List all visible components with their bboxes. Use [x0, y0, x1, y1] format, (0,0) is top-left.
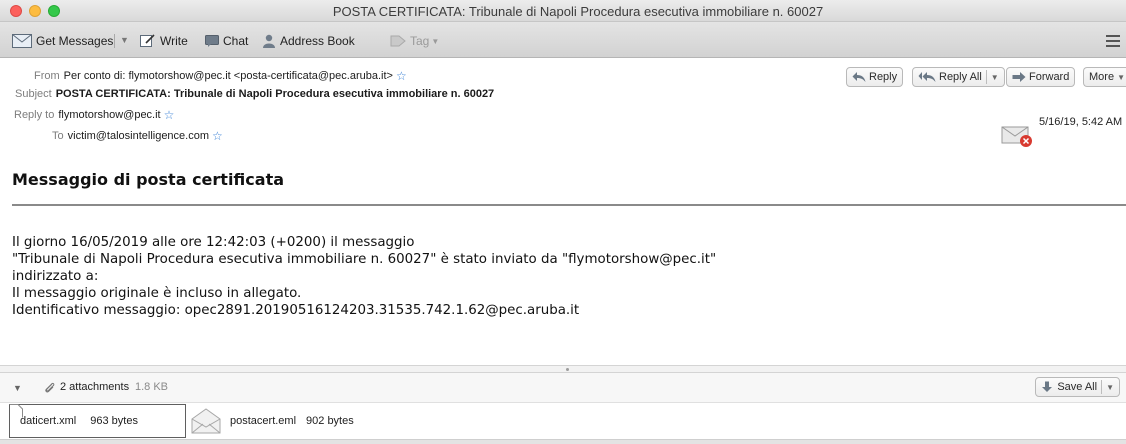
- body-divider: [12, 204, 1126, 206]
- status-bar: [0, 439, 1126, 444]
- message-date: 5/16/19, 5:42 AM: [1039, 116, 1123, 128]
- toolbar-divider: [114, 34, 115, 48]
- subject-value: POSTA CERTIFICATA: Tribunale di Napoli P…: [55, 88, 495, 100]
- attachments-bar: ▼ 2 attachments 1.8 KB Save All ▼: [0, 373, 1126, 403]
- forward-label: Forward: [1029, 71, 1070, 83]
- attachment-item[interactable]: daticert.xml 963 bytes: [9, 404, 186, 438]
- person-icon: [262, 34, 276, 48]
- attachment-size: 902 bytes: [306, 415, 354, 427]
- from-label: From: [34, 70, 60, 82]
- body-line: Il giorno 16/05/2019 alle ore 12:42:03 (…: [12, 235, 415, 250]
- file-icon: [9, 404, 23, 418]
- from-row: From Per conto di: flymotorshow@pec.it <…: [34, 69, 407, 83]
- star-icon[interactable]: ☆: [396, 69, 407, 83]
- reply-all-dropdown-icon[interactable]: ▼: [991, 73, 999, 82]
- reply-all-arrow-icon: [918, 71, 936, 83]
- save-all-label: Save All: [1057, 381, 1098, 393]
- body-line: "Tribunale di Napoli Procedura esecutiva…: [12, 252, 717, 267]
- attachment-item[interactable]: postacert.eml 902 bytes: [190, 404, 354, 438]
- reply-to-label: Reply to: [14, 109, 55, 121]
- email-file-icon: [190, 407, 222, 435]
- to-row: To victim@talosintelligence.com ☆: [52, 129, 223, 143]
- tag-dropdown-icon: ▼: [431, 36, 440, 46]
- chat-button[interactable]: Chat: [205, 32, 248, 50]
- pencil-icon: [140, 34, 156, 48]
- attachments-total-size: 1.8 KB: [135, 381, 169, 393]
- tag-button[interactable]: Tag ▼: [390, 32, 439, 50]
- tag-label: Tag: [410, 34, 430, 48]
- reply-button[interactable]: Reply: [846, 67, 904, 87]
- forward-button[interactable]: Forward: [1006, 67, 1076, 87]
- to-label: To: [52, 130, 64, 142]
- title-bar: POSTA CERTIFICATA: Tribunale di Napoli P…: [0, 0, 1126, 22]
- message-body: Messaggio di posta certificata Il giorno…: [0, 152, 1126, 365]
- get-messages-label: Get Messages: [36, 34, 114, 48]
- save-all-button[interactable]: Save All ▼: [1035, 377, 1120, 397]
- window-title: POSTA CERTIFICATA: Tribunale di Napoli P…: [332, 4, 824, 19]
- attachments-toggle-icon[interactable]: ▼: [13, 383, 22, 393]
- body-line: Identificativo messaggio: opec2891.20190…: [12, 303, 580, 318]
- save-all-dropdown-icon[interactable]: ▼: [1106, 383, 1114, 392]
- attachment-size: 963 bytes: [90, 415, 138, 427]
- from-value[interactable]: Per conto di: flymotorshow@pec.it <posta…: [64, 70, 393, 82]
- reply-all-button[interactable]: Reply All ▼: [912, 67, 1005, 87]
- subject-label: Subject: [15, 88, 52, 100]
- body-text: Il giorno 16/05/2019 alle ore 12:42:03 (…: [12, 234, 716, 319]
- address-book-button[interactable]: Address Book: [262, 32, 355, 50]
- envelope-download-icon: [12, 34, 32, 48]
- reply-to-value[interactable]: flymotorshow@pec.it: [58, 109, 160, 121]
- to-value[interactable]: victim@talosintelligence.com: [68, 130, 209, 142]
- subject-row: Subject POSTA CERTIFICATA: Tribunale di …: [15, 88, 494, 100]
- paperclip-icon: [44, 381, 56, 399]
- reply-all-label: Reply All: [939, 71, 982, 83]
- attachment-name: postacert.eml: [230, 415, 297, 427]
- get-messages-button[interactable]: Get Messages: [12, 32, 113, 50]
- envelope-badge-icon: [1001, 124, 1035, 148]
- chat-icon: [205, 35, 219, 47]
- menu-icon[interactable]: [1106, 35, 1120, 50]
- body-heading: Messaggio di posta certificata: [12, 170, 285, 189]
- forward-arrow-icon: [1012, 71, 1026, 83]
- write-button[interactable]: Write: [140, 32, 188, 50]
- message-header: From Per conto di: flymotorshow@pec.it <…: [0, 58, 1126, 152]
- attachment-name: daticert.xml: [20, 415, 77, 427]
- reply-arrow-icon: [852, 71, 866, 83]
- body-line: Il messaggio originale è incluso in alle…: [12, 286, 302, 301]
- splitter-grip-icon: [566, 368, 569, 371]
- reply-label: Reply: [869, 71, 898, 83]
- star-icon[interactable]: ☆: [164, 108, 175, 122]
- more-label: More: [1089, 71, 1115, 83]
- more-dropdown-icon: ▼: [1117, 72, 1125, 82]
- write-label: Write: [160, 34, 188, 48]
- pane-splitter[interactable]: [0, 365, 1126, 373]
- more-button[interactable]: More ▼: [1083, 67, 1126, 87]
- attachments-count[interactable]: 2 attachments: [60, 381, 129, 393]
- main-toolbar: Get Messages ▼ Write Chat Address Book T…: [0, 22, 1126, 58]
- attachment-list: daticert.xml 963 bytes postacert.eml 902…: [0, 403, 1126, 444]
- address-book-label: Address Book: [280, 34, 355, 48]
- reply-to-row: Reply to flymotorshow@pec.it ☆: [14, 108, 174, 122]
- body-line: indirizzato a:: [12, 269, 99, 284]
- chat-label: Chat: [223, 34, 249, 48]
- tag-icon: [390, 35, 406, 47]
- download-icon: [1041, 381, 1053, 393]
- get-messages-dropdown-icon[interactable]: ▼: [120, 35, 129, 45]
- star-icon[interactable]: ☆: [212, 129, 223, 143]
